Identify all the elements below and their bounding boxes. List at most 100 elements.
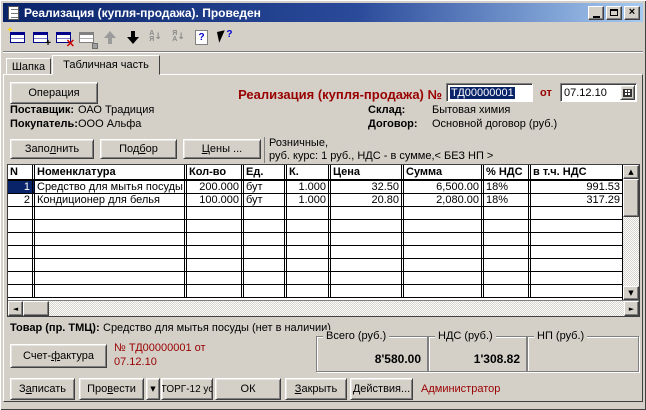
close-doc-button[interactable]: Закрыть	[285, 378, 347, 400]
cell-vat[interactable]	[484, 220, 531, 232]
cell-price[interactable]	[331, 259, 404, 271]
invoice-button[interactable]: Счет-фактура	[10, 344, 107, 368]
fill-button[interactable]: Заполнить	[10, 139, 94, 159]
table-empty-row[interactable]	[8, 207, 622, 220]
cell-vat[interactable]: 18%	[484, 181, 531, 193]
cell-qty[interactable]	[187, 220, 244, 232]
table-empty-row[interactable]	[8, 246, 622, 259]
cell-sum[interactable]	[404, 207, 484, 219]
vertical-scrollbar[interactable]: ▲ ▼	[623, 165, 639, 300]
cell-vat_amount[interactable]	[531, 207, 622, 219]
column-header-vat[interactable]: % НДС	[484, 165, 531, 179]
table-empty-row[interactable]	[8, 272, 622, 285]
ok-button[interactable]: ОК	[215, 378, 281, 400]
table-empty-row[interactable]	[8, 285, 622, 298]
move-up-icon[interactable]	[99, 27, 120, 48]
column-header-unit[interactable]: Ед.	[244, 165, 287, 179]
cell-k[interactable]	[287, 285, 331, 297]
cell-sum[interactable]	[404, 272, 484, 284]
cell-qty[interactable]	[187, 207, 244, 219]
cell-vat[interactable]	[484, 259, 531, 271]
cell-sum[interactable]: 2,080.00	[404, 194, 484, 206]
post-menu-button[interactable]: ▼	[146, 378, 160, 400]
cell-vat_amount[interactable]	[531, 233, 622, 245]
cell-name[interactable]: Кондиционер для белья	[35, 194, 187, 206]
cell-vat_amount[interactable]: 317.29	[531, 194, 622, 206]
cell-unit[interactable]: бут	[244, 181, 287, 193]
delete-row-icon[interactable]: ✕	[53, 27, 74, 48]
cell-vat[interactable]	[484, 233, 531, 245]
column-header-qty[interactable]: Кол-во	[187, 165, 244, 179]
scroll-up-button[interactable]: ▲	[623, 165, 639, 179]
tab-table-part[interactable]: Табличная часть	[52, 55, 160, 75]
cell-qty[interactable]: 100.000	[187, 194, 244, 206]
cell-n[interactable]	[8, 233, 35, 245]
cell-name[interactable]	[35, 285, 187, 297]
close-button[interactable]: ×	[624, 6, 640, 20]
cell-unit[interactable]	[244, 207, 287, 219]
cell-vat_amount[interactable]	[531, 220, 622, 232]
column-header-vat_amount[interactable]: в т.ч. НДС	[531, 165, 622, 179]
table-row[interactable]: 2Кондиционер для белья100.000бут1.00020.…	[8, 194, 622, 207]
cell-vat_amount[interactable]	[531, 259, 622, 271]
cell-price[interactable]: 20.80	[331, 194, 404, 206]
table-row[interactable]: 1Средство для мытья посуды200.000бут1.00…	[8, 181, 622, 194]
cell-k[interactable]	[287, 220, 331, 232]
cell-price[interactable]: 32.50	[331, 181, 404, 193]
torg12-button[interactable]: ТОРГ-12 ус	[161, 378, 213, 400]
cell-k[interactable]: 1.000	[287, 194, 331, 206]
calendar-button[interactable]	[620, 85, 635, 100]
help-icon[interactable]: ?	[191, 27, 212, 48]
cell-name[interactable]	[35, 259, 187, 271]
title-bar[interactable]: Реализация (купля-продажа). Проведен ×	[3, 3, 643, 22]
context-help-icon[interactable]: ?	[214, 27, 235, 48]
operation-button[interactable]: Операция	[10, 82, 98, 104]
cell-name[interactable]: Средство для мытья посуды	[35, 181, 187, 193]
cell-sum[interactable]	[404, 220, 484, 232]
horizontal-scroll-thumb[interactable]	[23, 301, 49, 316]
tab-header[interactable]: Шапка	[6, 58, 51, 75]
cell-n[interactable]: 1	[8, 181, 35, 193]
cell-vat[interactable]	[484, 207, 531, 219]
add-row-icon[interactable]: +	[30, 27, 51, 48]
prices-button[interactable]: Цены ...	[183, 139, 261, 159]
cell-vat_amount[interactable]	[531, 285, 622, 297]
new-row-icon[interactable]	[7, 27, 28, 48]
cell-k[interactable]	[287, 246, 331, 258]
actions-button[interactable]: Действия...	[350, 378, 413, 400]
cell-qty[interactable]	[187, 272, 244, 284]
move-down-icon[interactable]	[122, 27, 143, 48]
cell-sum[interactable]: 6,500.00	[404, 181, 484, 193]
cell-n[interactable]	[8, 272, 35, 284]
cell-sum[interactable]	[404, 259, 484, 271]
cell-vat[interactable]: 18%	[484, 194, 531, 206]
scroll-right-button[interactable]: ►	[624, 301, 639, 316]
cell-vat_amount[interactable]	[531, 272, 622, 284]
cell-name[interactable]	[35, 233, 187, 245]
cell-vat[interactable]	[484, 272, 531, 284]
cell-name[interactable]	[35, 246, 187, 258]
cell-n[interactable]	[8, 220, 35, 232]
cell-k[interactable]	[287, 259, 331, 271]
sort-asc-icon[interactable]: АЯ↓	[145, 27, 166, 48]
post-button[interactable]: Провести	[79, 378, 144, 400]
cell-sum[interactable]	[404, 246, 484, 258]
sort-desc-icon[interactable]: ЯА↓	[168, 27, 189, 48]
cell-n[interactable]	[8, 207, 35, 219]
cell-vat_amount[interactable]: 991.53	[531, 181, 622, 193]
cell-price[interactable]	[331, 207, 404, 219]
cell-k[interactable]: 1.000	[287, 181, 331, 193]
cell-n[interactable]: 2	[8, 194, 35, 206]
column-header-k[interactable]: К.	[287, 165, 331, 179]
cell-unit[interactable]	[244, 272, 287, 284]
doc-date-input[interactable]: 07.12.10	[560, 83, 637, 102]
cell-unit[interactable]	[244, 220, 287, 232]
cell-vat_amount[interactable]	[531, 246, 622, 258]
cell-k[interactable]	[287, 233, 331, 245]
table-empty-row[interactable]	[8, 220, 622, 233]
scroll-left-button[interactable]: ◄	[8, 301, 23, 316]
cell-qty[interactable]: 200.000	[187, 181, 244, 193]
cell-unit[interactable]	[244, 233, 287, 245]
cell-price[interactable]	[331, 246, 404, 258]
column-header-sum[interactable]: Сумма	[404, 165, 484, 179]
